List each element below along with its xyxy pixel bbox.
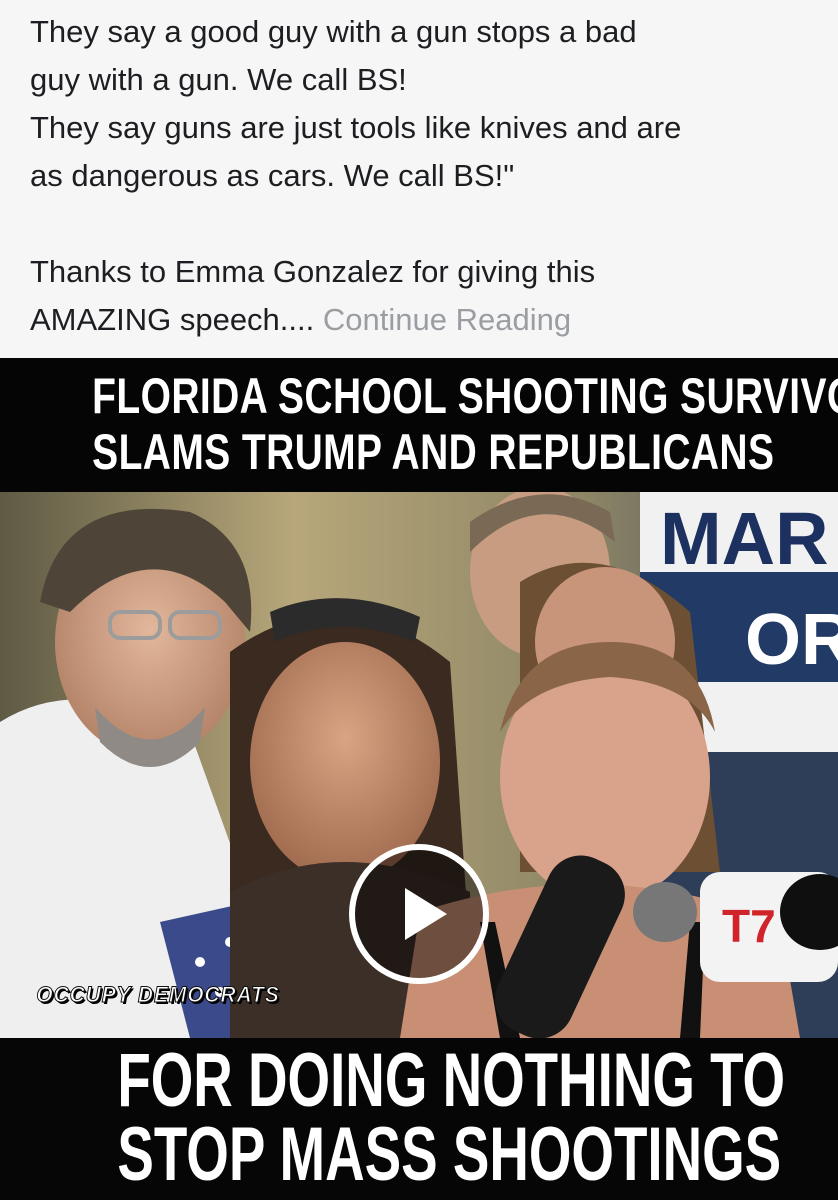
post-line: They say a good guy with a gun stops a b… xyxy=(30,14,637,49)
play-button[interactable] xyxy=(349,844,489,984)
post-line: as dangerous as cars. We call BS!" xyxy=(30,158,515,193)
post-line: Thanks to Emma Gonzalez for giving this xyxy=(30,254,596,289)
headline-bottom: FOR DOING NOTHING TO STOP MASS SHOOTINGS xyxy=(0,1038,838,1200)
headline-bottom-line: STOP MASS SHOOTINGS xyxy=(117,1112,782,1197)
post-line: guy with a gun. We call BS! xyxy=(30,62,407,97)
post-line-text: AMAZING speech.... xyxy=(30,302,315,337)
svg-text:T7: T7 xyxy=(722,900,776,952)
play-icon xyxy=(405,888,447,940)
video-thumbnail[interactable]: MAR OR T7 xyxy=(0,492,838,1038)
sign-text: MAR xyxy=(660,497,829,580)
headline-bottom-line: FOR DOING NOTHING TO xyxy=(117,1038,786,1123)
headline-top-line: FLORIDA SCHOOL SHOOTING SURVIVOR xyxy=(92,368,838,424)
post-text: They say a good guy with a gun stops a b… xyxy=(0,0,838,358)
video-player[interactable]: FLORIDA SCHOOL SHOOTING SURVIVOR SLAMS T… xyxy=(0,358,838,1200)
post-line-with-link: AMAZING speech.... Continue Reading xyxy=(30,296,808,344)
headline-top-line: SLAMS TRUMP AND REPUBLICANS xyxy=(92,424,775,480)
post-line: They say guns are just tools like knives… xyxy=(30,110,682,145)
continue-reading-link[interactable]: Continue Reading xyxy=(323,302,571,337)
occupy-democrats-watermark: OCCUPY DEMOCRATS xyxy=(36,982,280,1008)
sign-text-2: OR xyxy=(745,600,838,680)
headline-top: FLORIDA SCHOOL SHOOTING SURVIVOR SLAMS T… xyxy=(0,358,838,492)
